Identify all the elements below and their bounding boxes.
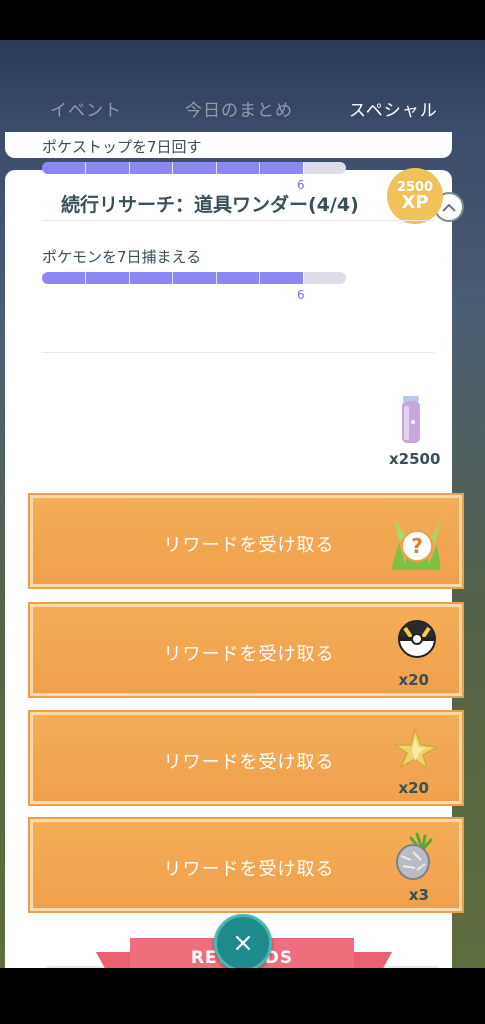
svg-text:?: ?: [411, 534, 423, 558]
progress-count: 6: [297, 178, 305, 192]
chevron-up-icon: [442, 203, 456, 212]
tab-bar: イベント 今日のまとめ スペシャル: [0, 96, 485, 126]
claim-reward-button[interactable]: リワードを受け取る x20: [30, 712, 462, 804]
xp-unit: XP: [401, 191, 429, 213]
progress-segment-tick: [259, 272, 261, 284]
system-nav-bar: [0, 968, 485, 1024]
mystery-encounter-icon: ?: [391, 518, 441, 570]
claim-reward-button[interactable]: リワードを受け取る x3: [30, 819, 462, 911]
claim-quantity: x20: [398, 779, 429, 797]
divider: [42, 220, 434, 221]
tab-events[interactable]: イベント: [50, 96, 122, 121]
progress-segment-tick: [172, 272, 174, 284]
tab-special[interactable]: スペシャル: [349, 96, 438, 121]
silver-pinap-berry-icon: [396, 832, 433, 880]
xp-reward-badge: 2500 XP: [387, 168, 443, 224]
progress-bar: [42, 162, 346, 174]
progress-segment-tick: [215, 272, 217, 284]
close-button[interactable]: [214, 914, 272, 968]
progress-count: 6: [297, 288, 305, 302]
reward-quantity: x2500: [389, 450, 441, 468]
claim-reward-button[interactable]: リワードを受け取る x20: [30, 604, 462, 696]
research-task: ポケモンを7日捕まえる 6: [42, 238, 438, 318]
progress-segment-tick: [302, 272, 304, 284]
close-icon: [235, 935, 251, 951]
progress-segment-tick: [85, 272, 87, 284]
divider: [42, 352, 434, 353]
claim-quantity: x3: [408, 886, 429, 904]
progress-segment-tick: [215, 162, 217, 174]
progress-segment-tick: [302, 162, 304, 174]
research-task: ポケストップを7日回す 6: [42, 128, 438, 208]
tab-today-summary[interactable]: 今日のまとめ: [185, 96, 293, 121]
claim-quantity: x20: [398, 671, 429, 689]
app-screen: イベント 今日のまとめ スペシャル 続行リサーチ：道具ワンダー(4/4) ポケス…: [0, 40, 485, 968]
ultra-ball-icon: [398, 620, 436, 658]
progress-segment-tick: [172, 162, 174, 174]
progress-segment-tick: [85, 162, 87, 174]
progress-segment-tick: [128, 272, 130, 284]
progress-segment-tick: [259, 162, 261, 174]
progress-segment-tick: [128, 162, 130, 174]
star-piece-icon: [393, 727, 439, 771]
task-label: ポケストップを7日回す: [42, 138, 202, 156]
stardust-icon: [402, 396, 420, 443]
task-label: ポケモンを7日捕まえる: [42, 248, 202, 266]
claim-reward-button[interactable]: リワードを受け取る ?: [30, 495, 462, 587]
rewards-footer: REWARDS: [0, 914, 485, 968]
progress-bar: [42, 272, 346, 284]
